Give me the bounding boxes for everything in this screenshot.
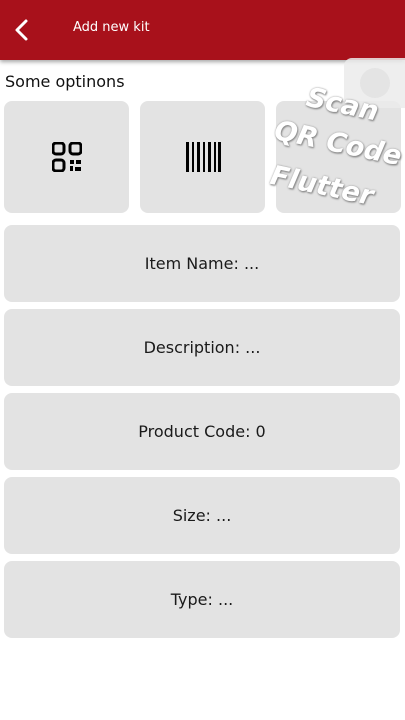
app-bar: Add new kit (0, 0, 405, 60)
type-field[interactable]: Type: ... (4, 561, 400, 638)
description-field[interactable]: Description: ... (4, 309, 400, 386)
scan-qr-button[interactable] (4, 101, 129, 213)
chevron-left-icon (15, 19, 28, 41)
type-text: Type: ... (170, 590, 234, 609)
product-code-text: Product Code: 0 (138, 422, 266, 441)
qr-code-icon (51, 142, 82, 172)
size-field[interactable]: Size: ... (4, 477, 400, 554)
product-code-field[interactable]: Product Code: 0 (4, 393, 400, 470)
option-tile-3[interactable] (276, 101, 401, 213)
size-text: Size: ... (172, 506, 232, 525)
scan-barcode-button[interactable] (140, 101, 265, 213)
back-button[interactable] (4, 12, 40, 48)
app-title: Add new kit (73, 20, 150, 35)
barcode-icon (185, 142, 221, 172)
options-label: Some optinons (5, 72, 125, 91)
item-name-field[interactable]: Item Name: ... (4, 225, 400, 302)
watermark-badge (344, 58, 405, 108)
description-text: Description: ... (143, 338, 261, 357)
item-name-text: Item Name: ... (144, 254, 260, 273)
